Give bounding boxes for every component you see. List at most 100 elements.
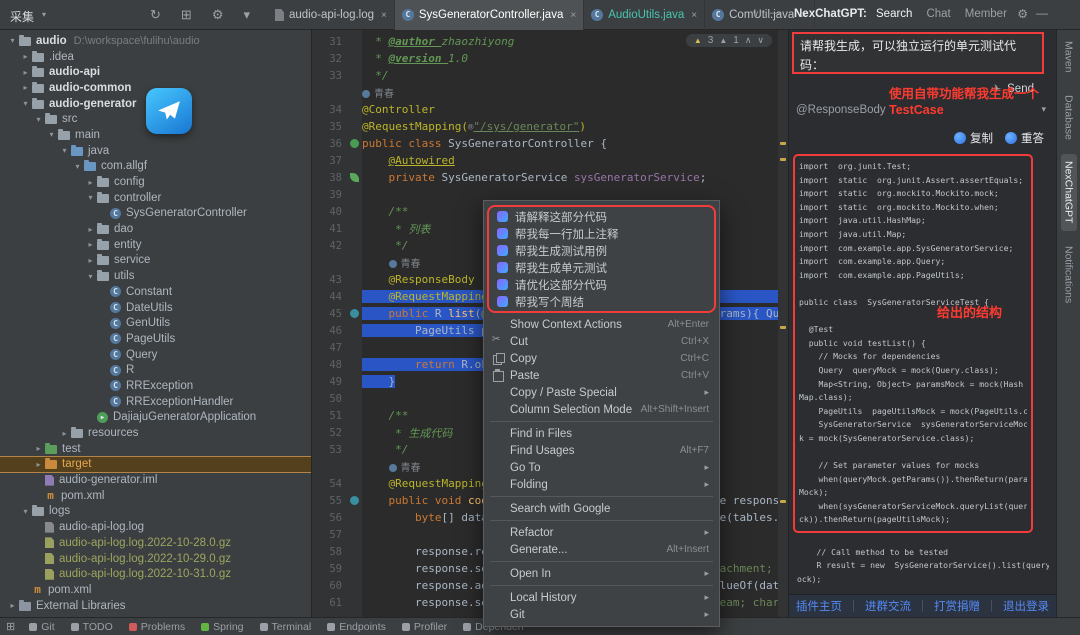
- tree-item-audio-api[interactable]: ▸audio-api: [0, 64, 311, 80]
- code-line-33[interactable]: 33 */: [312, 67, 788, 84]
- tree-expand-icon[interactable]: ▸: [84, 178, 97, 187]
- line-number[interactable]: 36: [312, 138, 346, 150]
- grid-icon[interactable]: ⊞: [181, 7, 192, 23]
- line-number[interactable]: 31: [312, 36, 346, 48]
- context-menu-item-ai-generate-unit-test[interactable]: 帮我生成单元测试: [489, 259, 714, 276]
- tree-expand-icon[interactable]: ▾: [19, 99, 32, 108]
- line-number[interactable]: 59: [312, 563, 346, 575]
- chat-tab-chat[interactable]: Chat: [926, 8, 950, 20]
- context-menu-item-copy[interactable]: CopyCtrl+C: [484, 350, 719, 367]
- code-line-35[interactable]: 35@RequestMapping(®"/sys/generator"): [312, 118, 788, 135]
- api-gutter-icon[interactable]: [350, 309, 359, 318]
- code-line-38[interactable]: 38 private SysGeneratorService sysGenera…: [312, 169, 788, 186]
- toolwindow-tab-database[interactable]: Database: [1061, 88, 1077, 147]
- code-line-32[interactable]: 32 * @version 1.0: [312, 50, 788, 67]
- statusbar-item-profiler[interactable]: Profiler: [402, 621, 447, 633]
- tree-item-rrexception[interactable]: CRRException: [0, 378, 311, 394]
- footer-link-item[interactable]: 打赏捐赠: [934, 598, 980, 614]
- chat-settings-gear-icon[interactable]: ⚙: [1017, 7, 1028, 21]
- chat-minimize-icon[interactable]: —: [1036, 6, 1048, 20]
- tree-item-config[interactable]: ▸config: [0, 174, 311, 190]
- line-number[interactable]: 45: [312, 308, 346, 320]
- context-menu-item-ai-write-summary[interactable]: 帮我写个周结: [489, 293, 714, 310]
- tree-item-audio-api-log-log-2022-10-28-0-gz[interactable]: audio-api-log.log.2022-10-28.0.gz: [0, 535, 311, 551]
- tree-item-constant[interactable]: CConstant: [0, 284, 311, 300]
- tree-expand-icon[interactable]: ▾: [32, 115, 45, 124]
- tree-item-pageutils[interactable]: CPageUtils: [0, 331, 311, 347]
- tree-item-com-allgf[interactable]: ▾com.allgf: [0, 159, 311, 175]
- build-icon[interactable]: ⚙: [212, 7, 224, 23]
- context-chip[interactable]: @ResponseBody: [796, 104, 886, 116]
- context-menu-item-ai-comment-each-line[interactable]: 帮我每一行加上注释: [489, 225, 714, 242]
- line-number[interactable]: 53: [312, 444, 346, 456]
- inspections-widget[interactable]: ▲3 ▲1 ∧ ∨: [686, 34, 772, 47]
- tree-item-resources[interactable]: ▸resources: [0, 425, 311, 441]
- line-number[interactable]: 34: [312, 104, 346, 116]
- tree-item-audio-api-log-log-2022-10-29-0-gz[interactable]: audio-api-log.log.2022-10-29.0.gz: [0, 551, 311, 567]
- line-number[interactable]: 58: [312, 546, 346, 558]
- line-number[interactable]: 46: [312, 325, 346, 337]
- line-number[interactable]: 60: [312, 580, 346, 592]
- line-number[interactable]: 35: [312, 121, 346, 133]
- context-menu-item-go-to[interactable]: Go To▸: [484, 459, 719, 476]
- chat-tab-member[interactable]: Member: [965, 8, 1007, 20]
- close-icon[interactable]: ×: [691, 10, 697, 21]
- editor-tab-sysgeneratorcontroller-java[interactable]: CSysGeneratorController.java×: [395, 0, 584, 30]
- tree-item-sysgeneratorcontroller[interactable]: CSysGeneratorController: [0, 206, 311, 222]
- author-inlay-line[interactable]: 青春: [312, 84, 788, 101]
- context-menu-item-ai-explain-code[interactable]: 请解释这部分代码: [489, 208, 714, 225]
- line-number[interactable]: 50: [312, 393, 346, 405]
- gutter-slot[interactable]: [346, 496, 362, 505]
- tree-expand-icon[interactable]: ▾: [45, 130, 58, 139]
- tree-expand-icon[interactable]: ▸: [84, 240, 97, 249]
- line-number[interactable]: 51: [312, 410, 346, 422]
- statusbar-item-terminal[interactable]: Terminal: [260, 621, 312, 633]
- tree-item-audio-generator-iml[interactable]: audio-generator.iml: [0, 472, 311, 488]
- line-number[interactable]: 40: [312, 206, 346, 218]
- hide-tabs-icon[interactable]: —: [770, 7, 781, 19]
- tree-expand-icon[interactable]: ▸: [19, 83, 32, 92]
- tree-expand-icon[interactable]: ▸: [32, 444, 45, 453]
- gutter-slot[interactable]: [346, 309, 362, 318]
- quick-access-icon[interactable]: ⊞: [6, 620, 15, 633]
- line-number[interactable]: 32: [312, 53, 346, 65]
- context-menu-item-refactor[interactable]: Refactor▸: [484, 524, 719, 541]
- tree-item-dajiajugeneratorapplication[interactable]: ▶DajiajuGeneratorApplication: [0, 410, 311, 426]
- line-number[interactable]: 39: [312, 189, 346, 201]
- tree-item-r[interactable]: CR: [0, 362, 311, 378]
- line-number[interactable]: 42: [312, 240, 346, 252]
- tree-item-dao[interactable]: ▸dao: [0, 221, 311, 237]
- tree-item-audio-api-log-log[interactable]: audio-api-log.log: [0, 519, 311, 535]
- tree-item-service[interactable]: ▸service: [0, 253, 311, 269]
- gutter-slot[interactable]: [346, 139, 362, 148]
- line-number[interactable]: 57: [312, 529, 346, 541]
- line-number[interactable]: 41: [312, 223, 346, 235]
- context-menu-item-column-selection-mode[interactable]: Column Selection ModeAlt+Shift+Insert: [484, 401, 719, 418]
- line-number[interactable]: 49: [312, 376, 346, 388]
- context-menu-item-folding[interactable]: Folding▸: [484, 476, 719, 493]
- context-menu-item-git[interactable]: Git▸: [484, 606, 719, 623]
- code-line-37[interactable]: 37 @Autowired: [312, 152, 788, 169]
- tree-item-dateutils[interactable]: CDateUtils: [0, 300, 311, 316]
- code-line-34[interactable]: 34@Controller: [312, 101, 788, 118]
- tree-expand-icon[interactable]: ▸: [19, 52, 32, 61]
- line-number[interactable]: 54: [312, 478, 346, 490]
- context-menu-item-cut[interactable]: CutCtrl+X: [484, 333, 719, 350]
- context-menu-item-ai-generate-test-case[interactable]: 帮我生成测试用例: [489, 242, 714, 259]
- tree-item-logs[interactable]: ▾logs: [0, 504, 311, 520]
- editor-tab-audioutils-java[interactable]: CAudioUtils.java×: [584, 0, 705, 30]
- footer-link-item[interactable]: 插件主页: [796, 598, 842, 614]
- chat-tab-search[interactable]: Search: [876, 8, 912, 20]
- editor-tab-audio-api-log-log[interactable]: audio-api-log.log×: [268, 0, 395, 30]
- tree-expand-icon[interactable]: ▾: [6, 36, 19, 45]
- tree-expand-icon[interactable]: ▸: [84, 225, 97, 234]
- tree-expand-icon[interactable]: ▾: [71, 162, 84, 171]
- statusbar-item-problems[interactable]: Problems: [129, 621, 185, 633]
- tree-item-rrexceptionhandler[interactable]: CRRExceptionHandler: [0, 394, 311, 410]
- tree-item-idea[interactable]: ▸.idea: [0, 49, 311, 65]
- tree-item-genutils[interactable]: CGenUtils: [0, 315, 311, 331]
- regenerate-button[interactable]: 重答: [1005, 130, 1044, 146]
- tree-expand-icon[interactable]: ▸: [32, 460, 45, 469]
- context-menu-item-search-with-google[interactable]: Search with Google: [484, 500, 719, 517]
- tree-expand-icon[interactable]: ▾: [19, 507, 32, 516]
